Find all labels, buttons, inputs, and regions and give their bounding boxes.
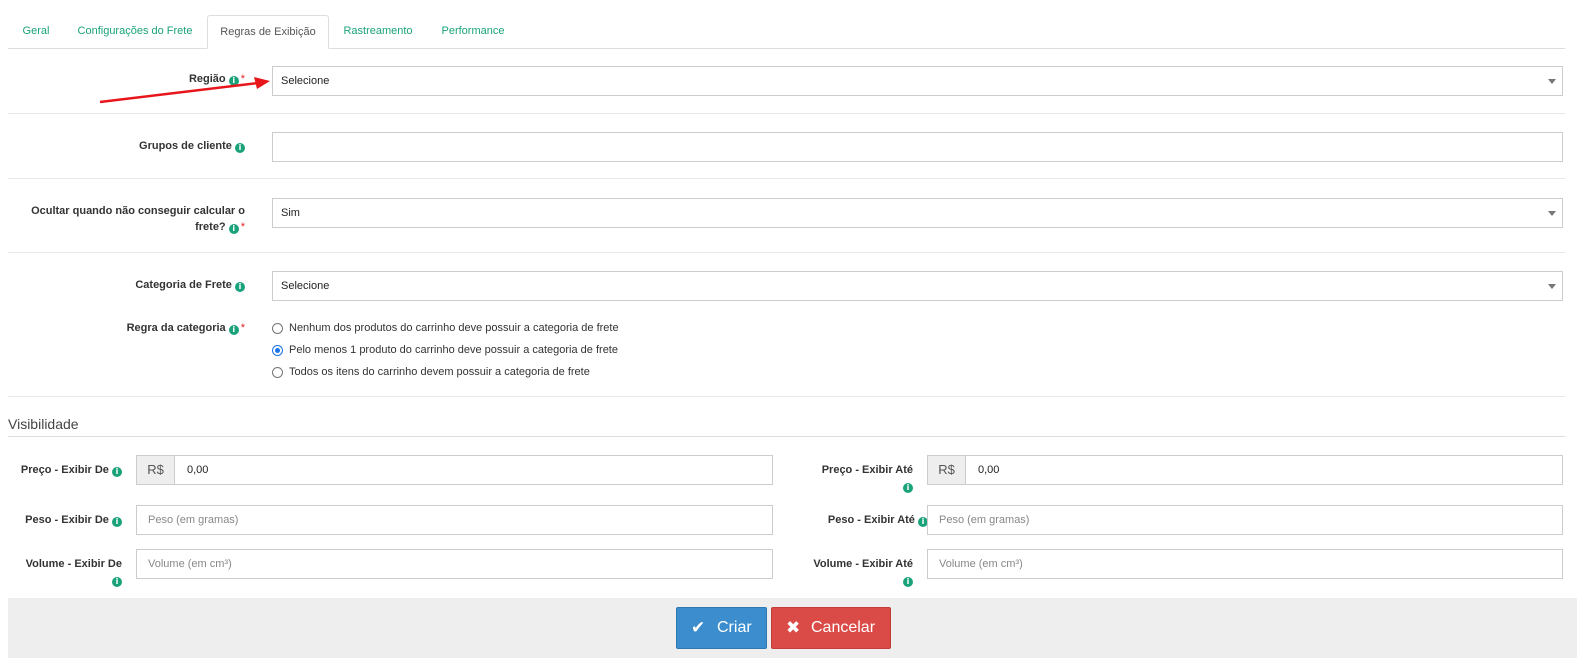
ocultar-select-value: Sim [281, 207, 300, 219]
info-icon[interactable]: i [112, 517, 122, 527]
volume-ate-label: Volume - Exibir Até i [813, 558, 913, 587]
close-icon: ✖ [786, 618, 801, 637]
radio-button-checked[interactable] [272, 345, 283, 356]
tab-configuracoes-frete[interactable]: Configurações do Frete [68, 15, 202, 49]
peso-de-label: Peso - Exibir De i [25, 512, 122, 528]
preco-ate-input[interactable]: R$ 0,00 [927, 455, 1563, 485]
volume-ate-input[interactable]: Volume (em cm³) [927, 549, 1563, 579]
peso-ate-label: Peso - Exibir Até i [828, 512, 928, 528]
divider [8, 252, 1565, 253]
preco-de-input[interactable]: R$ 0,00 [136, 455, 773, 485]
required-mark: * [240, 322, 245, 334]
ocultar-select[interactable]: Sim [272, 198, 1563, 228]
categoria-frete-select[interactable]: Selecione [272, 271, 1563, 301]
check-icon: ✔ [691, 618, 706, 637]
categoria-label: Categoria de Frete i [135, 277, 245, 293]
preco-de-label: Preço - Exibir De i [21, 462, 122, 478]
divider [8, 178, 1565, 179]
currency-prefix: R$ [137, 456, 175, 484]
divider [8, 113, 1565, 114]
criar-button[interactable]: ✔ Criar [676, 607, 767, 649]
radio-button[interactable] [272, 323, 283, 334]
regra-categoria-label: Regra da categoria i * [126, 322, 245, 335]
info-icon[interactable]: i [112, 467, 122, 477]
chevron-down-icon [1548, 211, 1556, 216]
divider [8, 396, 1565, 397]
section-divider [8, 436, 1565, 437]
tab-rastreamento[interactable]: Rastreamento [334, 15, 422, 49]
cancelar-button[interactable]: ✖ Cancelar [771, 607, 891, 649]
grupos-label: Grupos de cliente i [139, 138, 245, 154]
info-icon[interactable]: i [228, 224, 239, 234]
tab-regras-exibicao[interactable]: Regras de Exibição [207, 15, 329, 49]
volume-de-label: Volume - Exibir De i [25, 558, 122, 587]
grupos-cliente-input[interactable] [272, 132, 1563, 162]
info-icon[interactable]: i [235, 282, 245, 292]
info-icon[interactable]: i [235, 143, 245, 153]
chevron-down-icon [1548, 79, 1556, 84]
peso-ate-input[interactable]: Peso (em gramas) [927, 505, 1563, 535]
regiao-select-value: Selecione [281, 75, 330, 87]
tab-geral[interactable]: Geral [13, 15, 59, 49]
currency-prefix: R$ [928, 456, 966, 484]
info-icon[interactable]: i [903, 483, 913, 493]
info-icon[interactable]: i [228, 325, 239, 335]
annotation-arrow-icon [99, 77, 270, 104]
chevron-down-icon [1548, 284, 1556, 289]
volume-de-input[interactable]: Volume (em cm³) [136, 549, 773, 579]
required-mark: * [240, 221, 245, 233]
regiao-select[interactable]: Selecione [272, 66, 1563, 96]
radio-button[interactable] [272, 367, 283, 378]
section-title-visibilidade: Visibilidade [8, 416, 79, 432]
info-icon[interactable]: i [112, 577, 122, 587]
ocultar-label: Ocultar quando não conseguir calcular o … [31, 205, 245, 234]
categoria-select-value: Selecione [281, 280, 330, 292]
tab-performance[interactable]: Performance [432, 15, 514, 49]
preco-ate-label: Preço - Exibir Até i [821, 464, 913, 493]
peso-de-input[interactable]: Peso (em gramas) [136, 505, 773, 535]
info-icon[interactable]: i [903, 577, 913, 587]
